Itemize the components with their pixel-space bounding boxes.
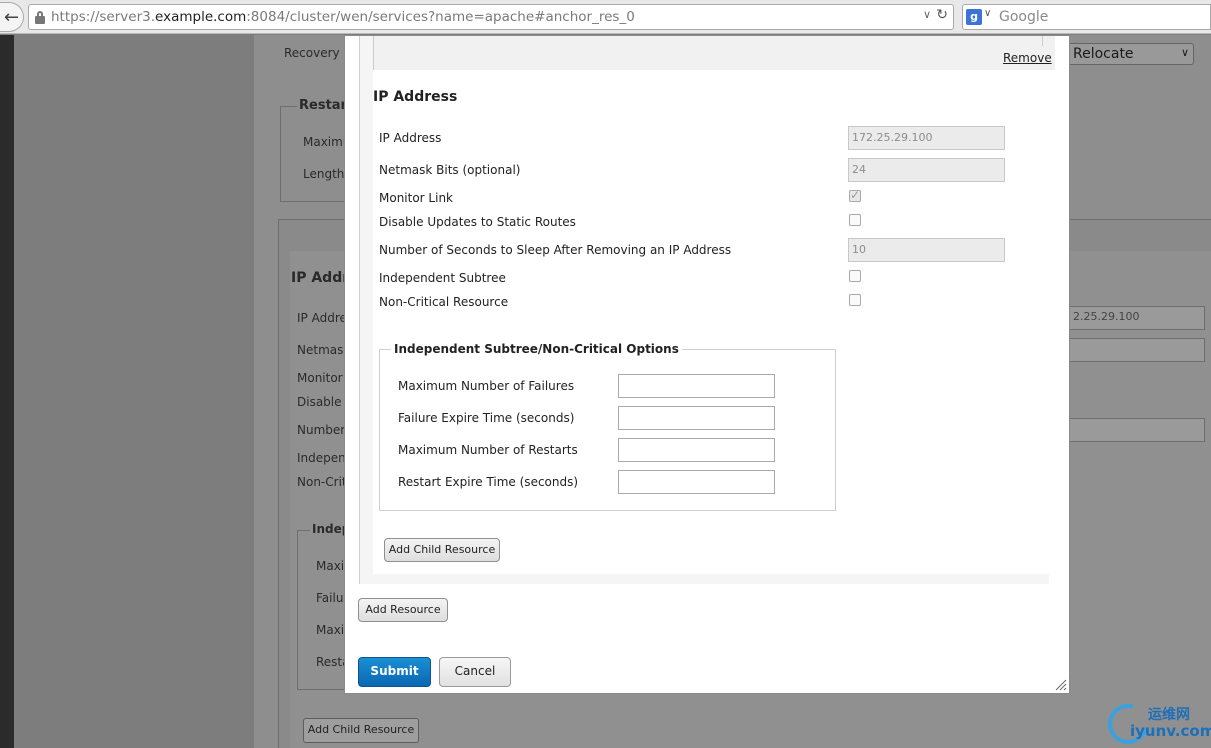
ip-address-label: IP Address [379,131,442,145]
non-critical-checkbox[interactable] [849,294,861,306]
non-critical-label: Non-Critical Resource [379,295,509,309]
remove-link[interactable]: Remove [1003,51,1052,65]
independent-subtree-label: Independent Subtree [379,271,506,285]
bg-monitor-label: Monitor l [297,371,350,385]
watermark-en-text: iyunv.com [1130,722,1211,740]
failure-expire-label: Failure Expire Time (seconds) [398,411,575,425]
ip-resource-title: IP Address [373,89,458,105]
ip-address-input[interactable]: 172.25.29.100 [848,126,1005,150]
service-edit-modal: Remove IP Address IP Address 172.25.29.1… [344,35,1070,694]
add-child-resource-button[interactable]: Add Child Resource [384,538,500,562]
netmask-input[interactable]: 24 [848,158,1005,182]
bg-recovery-label: Recovery P [284,46,351,60]
google-search-engine-icon[interactable]: g [966,9,982,25]
browser-toolbar: ← https://server3.example.com:8084/clust… [0,0,1211,34]
restart-expire-input[interactable] [618,470,775,494]
site-watermark: 运维网 iyunv.com [1100,696,1211,748]
bg-ip-title: IP Addr [291,270,350,286]
monitor-link-checkbox[interactable] [849,188,861,202]
sleep-seconds-label: Number of Seconds to Sleep After Removin… [379,243,732,257]
lock-icon [35,11,45,24]
watermark-cn-text: 运维网 [1148,707,1190,723]
bg-ip-input[interactable]: 2.25.29.100 [1068,306,1205,330]
max-restarts-input[interactable] [618,438,775,462]
netmask-label: Netmask Bits (optional) [379,163,521,177]
bg-netmask-label: Netmask [297,343,351,357]
url-text[interactable]: https://server3.example.com:8084/cluster… [51,9,635,25]
bg-opt-max-failures-label: Maxi [316,559,345,573]
max-failures-label: Maximum Number of Failures [398,379,575,393]
bg-length-label: Length [303,167,345,181]
chevron-down-icon: ∨ [1180,46,1189,59]
add-resource-button[interactable]: Add Resource [358,598,448,622]
bg-opt-max-restarts-label: Maxi [316,623,345,637]
submit-button[interactable]: Submit [358,657,431,687]
cancel-button[interactable]: Cancel [439,657,511,687]
bg-netmask-input[interactable] [1068,338,1205,362]
bg-independent-label: Indepen [297,451,346,465]
search-bar[interactable]: g ∨ Google [962,4,1211,30]
search-placeholder: Google [999,9,1049,25]
failure-expire-input[interactable] [618,406,775,430]
reload-icon[interactable]: ↻ [936,7,948,23]
back-button[interactable]: ← [0,2,24,32]
max-restarts-label: Maximum Number of Restarts [398,443,578,457]
previous-resource-block [373,36,1055,70]
bg-opt-failure-expire-label: Failu [316,591,344,605]
bg-ip-label: IP Addre [297,311,347,325]
address-bar[interactable]: https://server3.example.com:8084/cluster… [28,4,954,30]
search-engine-dropdown-icon[interactable]: ∨ [984,8,991,19]
bg-disable-label: Disable [297,395,342,409]
independent-subtree-checkbox[interactable] [849,270,861,282]
disable-updates-label: Disable Updates to Static Routes [379,215,576,229]
chevron-down-icon[interactable]: ∨ [923,8,931,21]
url-path: :8084/cluster/wen/services?name=apache#a… [246,9,635,25]
bg-noncrit-label: Non-Crit [297,475,347,489]
bg-number-label: Number [297,423,346,437]
bg-recovery-select[interactable]: Relocate ∨ [1068,43,1194,65]
url-scheme: https://server3. [51,9,156,25]
resize-grip-icon[interactable] [1055,679,1067,691]
bg-recovery-select-value: Relocate [1073,46,1134,62]
bg-sleep-input[interactable] [1068,418,1205,442]
bg-add-child-resource-button[interactable]: Add Child Resource [303,718,419,743]
options-legend: Independent Subtree/Non-Critical Options [391,342,682,356]
url-host: example.com [155,9,247,25]
monitor-link-label: Monitor Link [379,191,454,205]
sleep-seconds-input[interactable]: 10 [848,238,1005,262]
left-sidebar-strip [0,35,14,748]
back-arrow-icon: ← [3,6,20,28]
disable-updates-checkbox[interactable] [849,214,861,226]
restart-expire-label: Restart Expire Time (seconds) [398,475,579,489]
max-failures-input[interactable] [618,374,775,398]
